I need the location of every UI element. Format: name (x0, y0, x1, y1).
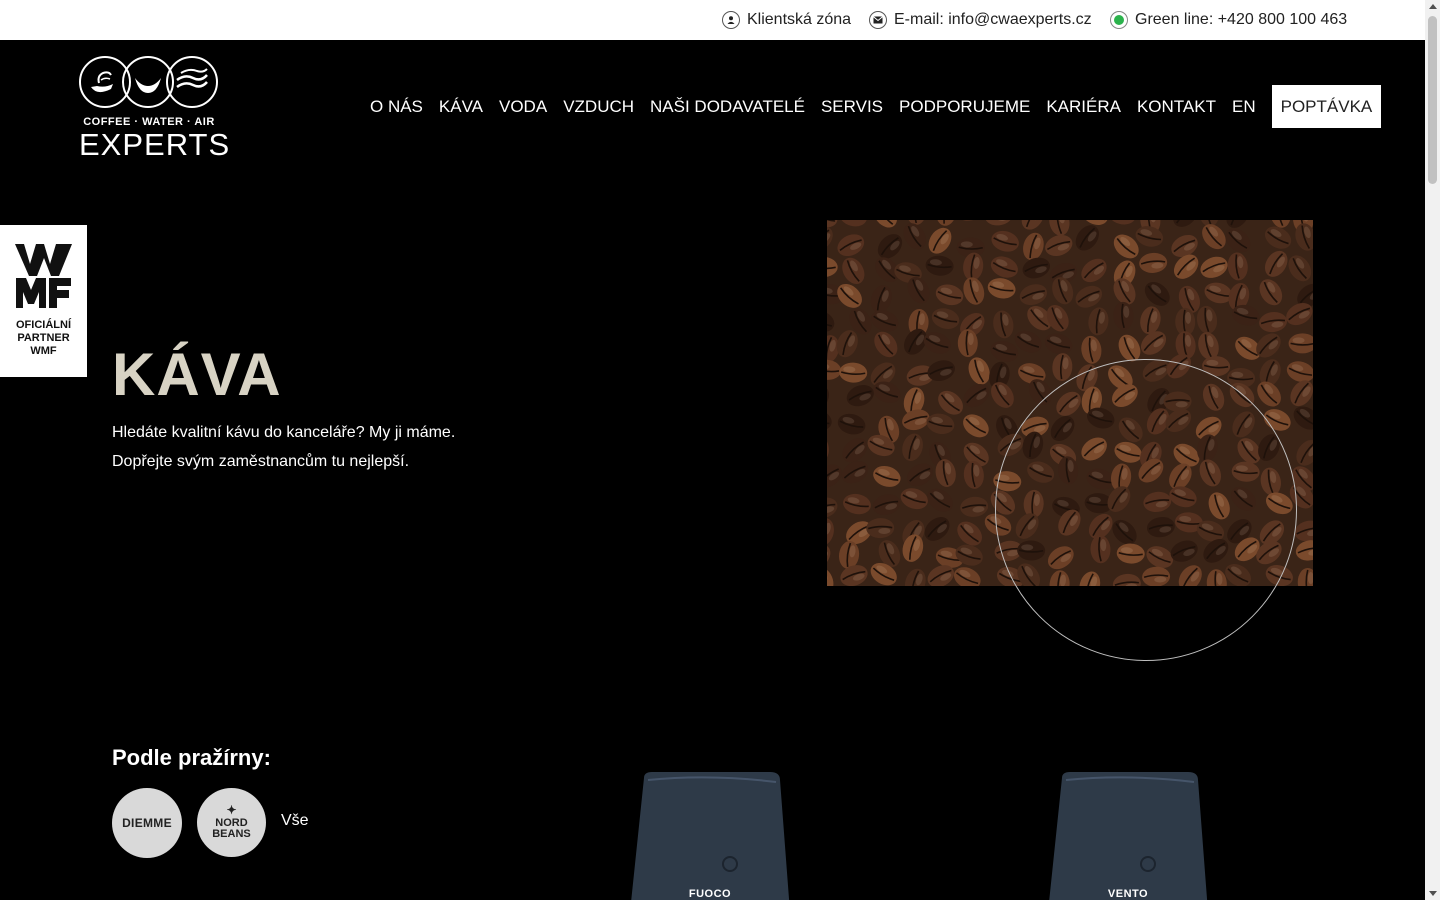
star-icon: ✦ (226, 803, 237, 817)
wmf-badge-line1: OFICIÁLNÍ (16, 319, 71, 331)
diemme-logo-text: DIEMME (122, 816, 172, 830)
user-icon (722, 11, 740, 29)
hero-line-2: Dopřejte svým zaměstnancům tu nejlepší. (112, 453, 410, 470)
nav-item-vzduch[interactable]: VZDUCH (555, 85, 642, 128)
scrollbar-thumb[interactable] (1428, 16, 1437, 184)
nav-item-kontakt[interactable]: KONTAKT (1129, 85, 1224, 128)
roaster-filter-all[interactable]: Vše (281, 812, 309, 830)
email-link[interactable]: E-mail: info@cwaexperts.cz (869, 0, 1092, 40)
green-line-link[interactable]: Green line: +420 800 100 463 (1110, 0, 1347, 40)
nav-item-kava[interactable]: KÁVA (431, 85, 491, 128)
top-bar: Klientská zóna E-mail: info@cwaexperts.c… (0, 0, 1425, 40)
scroll-up-arrow-icon[interactable] (1429, 4, 1437, 9)
nav-item-podporujeme[interactable]: PODPORUJEME (891, 85, 1038, 128)
green-dot-icon (1110, 11, 1128, 29)
nav-item-dodavatele[interactable]: NAŠI DODAVATELÉ (642, 85, 813, 128)
nord-logo-text-2: BEANS (212, 828, 251, 840)
wmf-partner-badge[interactable]: OFICIÁLNÍ PARTNER WMF (0, 225, 87, 377)
nav-item-o-nas[interactable]: O NÁS (362, 85, 431, 128)
inquiry-button[interactable]: POPTÁVKA (1271, 85, 1382, 128)
wmf-badge-text: OFICIÁLNÍ PARTNER WMF (0, 319, 87, 358)
client-zone-label: Klientská zóna (747, 11, 852, 28)
nav-item-language-en[interactable]: EN (1224, 85, 1264, 128)
email-label: E-mail: info@cwaexperts.cz (894, 11, 1092, 28)
product-name-fuoco: FUOCO (688, 888, 732, 900)
page-scrollbar[interactable] (1425, 0, 1440, 900)
product-name-vento: VENTO (1107, 888, 1149, 900)
logo-name: EXPERTS (79, 127, 231, 162)
roaster-filter-nord-beans[interactable]: ✦ NORD BEANS (197, 788, 266, 857)
client-zone-link[interactable]: Klientská zóna (722, 0, 851, 40)
site-logo[interactable]: COFFEE · WATER · AIR EXPERTS (79, 56, 231, 162)
decorative-circle (995, 359, 1297, 661)
product-card-fuoco[interactable]: FUOCO (630, 772, 790, 900)
coffee-bag-icon (631, 772, 790, 900)
roaster-filter-title: Podle pražírny: (112, 745, 271, 770)
hero-subtitle: Hledáte kvalitní kávu do kanceláře? My j… (112, 418, 552, 476)
wmf-badge-line2: PARTNER (17, 332, 70, 344)
logo-circles-icon (79, 56, 218, 108)
scroll-down-arrow-icon[interactable] (1429, 891, 1437, 896)
nav-item-kariera[interactable]: KARIÉRA (1038, 85, 1129, 128)
main-nav: O NÁS KÁVA VODA VZDUCH NAŠI DODAVATELÉ S… (362, 85, 1382, 128)
coffee-bag-icon (1049, 772, 1208, 900)
wmf-badge-line3: WMF (30, 345, 57, 357)
nav-item-voda[interactable]: VODA (491, 85, 555, 128)
green-line-label: Green line: +420 800 100 463 (1135, 11, 1348, 28)
roaster-filter-diemme[interactable]: DIEMME (112, 788, 182, 858)
page-title: KÁVA (112, 341, 282, 408)
wmf-logo-icon (15, 244, 72, 308)
envelope-icon (869, 11, 887, 29)
hero-line-1: Hledáte kvalitní kávu do kanceláře? My j… (112, 424, 456, 441)
product-card-vento[interactable]: VENTO (1048, 772, 1208, 900)
nav-item-servis[interactable]: SERVIS (813, 85, 891, 128)
